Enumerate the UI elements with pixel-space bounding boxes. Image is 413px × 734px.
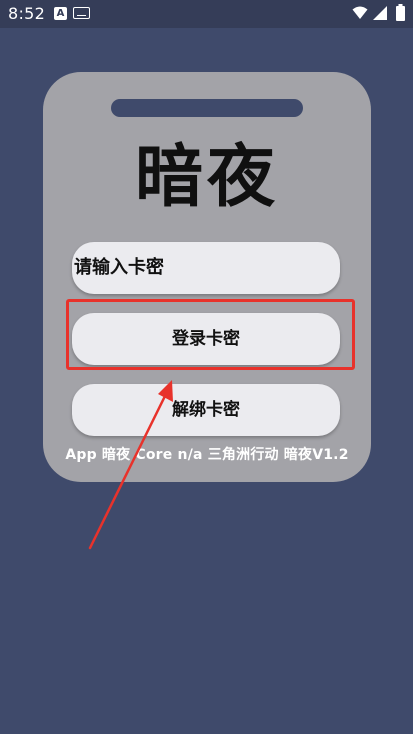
battery-icon xyxy=(396,4,405,21)
card-key-input[interactable]: 请输入卡密 xyxy=(72,242,340,294)
login-card: 暗夜 请输入卡密 登录卡密 解绑卡密 App 暗夜 Core n/a 三角洲行动… xyxy=(43,72,371,482)
status-time: 8:52 xyxy=(8,4,46,23)
signal-icon xyxy=(372,5,388,21)
status-bar: 8:52 A xyxy=(0,0,413,28)
accessibility-a-icon: A xyxy=(54,7,67,20)
annotation-highlight-box xyxy=(66,299,355,370)
keyboard-icon xyxy=(73,7,90,19)
app-title: 暗夜 xyxy=(134,137,279,217)
version-footer: App 暗夜 Core n/a 三角洲行动 暗夜V1.2 xyxy=(65,447,349,463)
card-handle xyxy=(111,99,303,117)
unbind-button[interactable]: 解绑卡密 xyxy=(72,384,340,436)
wifi-icon xyxy=(352,6,368,20)
